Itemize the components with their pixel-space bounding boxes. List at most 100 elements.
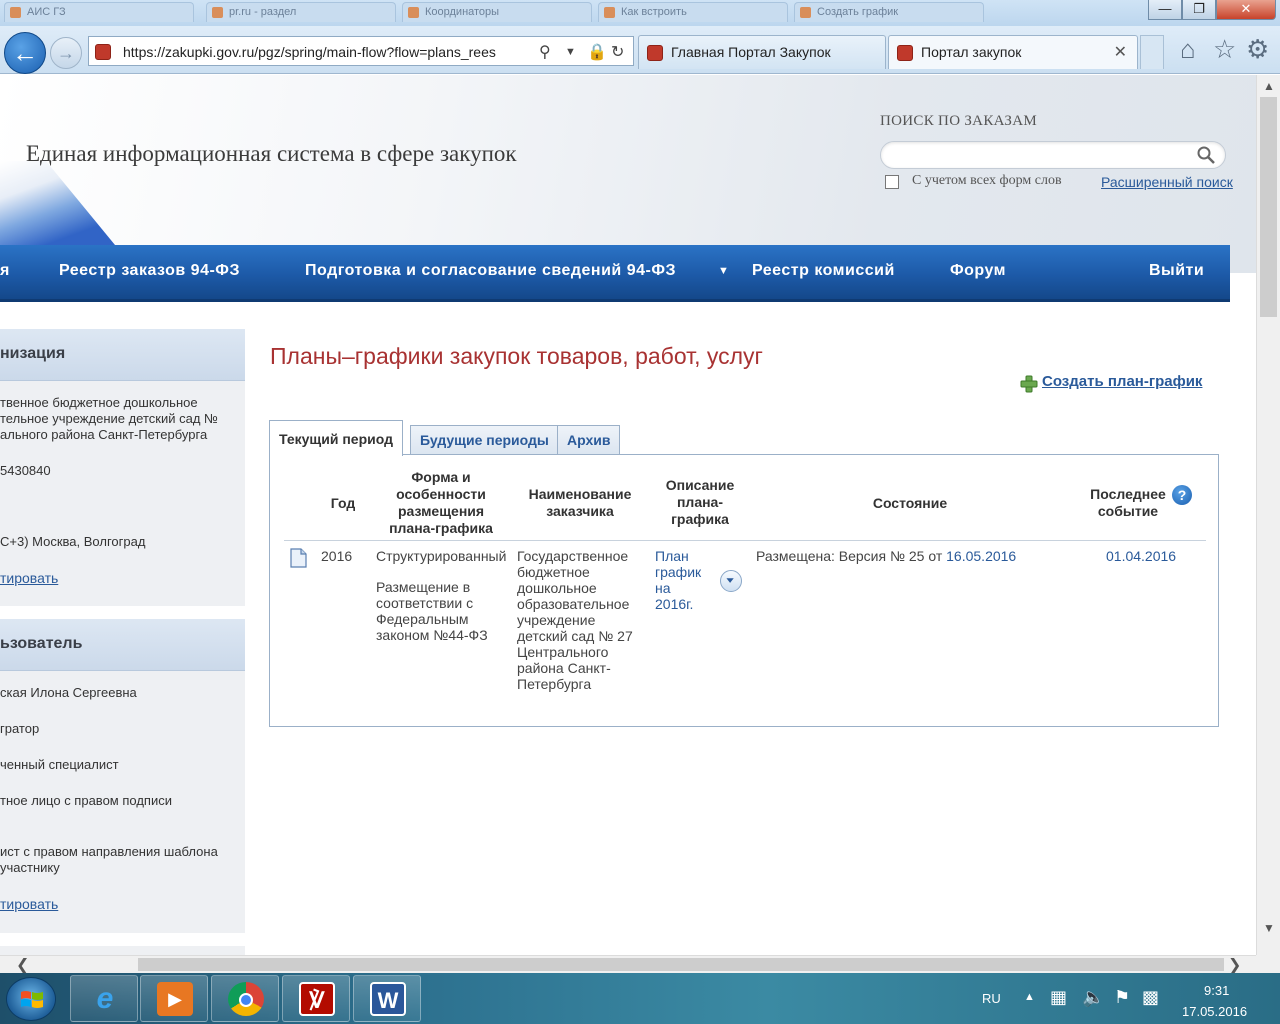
organization-code: 5430840 <box>0 463 51 478</box>
search-input[interactable] <box>880 141 1226 169</box>
sidebar-panel-next <box>0 946 245 955</box>
site-title: Единая информационная система в сфере за… <box>26 141 517 166</box>
tab-future-periods[interactable]: Будущие периоды <box>410 425 559 455</box>
column-header-form: Форма и особенности размещения плана-гра… <box>389 469 493 536</box>
forward-button[interactable]: → <box>50 37 82 69</box>
home-icon[interactable]: ⌂ <box>1180 36 1196 62</box>
page-title: Планы–графики закупок товаров, работ, ус… <box>270 343 763 369</box>
user-edit-link[interactable]: тировать <box>0 896 58 912</box>
vertical-scrollbar[interactable]: ▲ ▼ <box>1256 75 1280 955</box>
internet-explorer-icon: e <box>96 982 114 1015</box>
arrow-right-icon: → <box>57 43 75 63</box>
background-tab[interactable]: Координаторы <box>402 2 592 22</box>
user-role: гратор <box>0 721 40 736</box>
taskbar-internet-explorer[interactable]: e <box>70 975 138 1022</box>
row-actions-dropdown[interactable] <box>720 570 742 592</box>
all-word-forms-checkbox[interactable] <box>885 175 899 189</box>
taskbar-word[interactable]: W <box>353 975 421 1022</box>
nav-item-partial[interactable]: я <box>0 262 10 280</box>
nav-item-preparation[interactable]: Подготовка и согласование сведений 94-ФЗ <box>305 262 676 280</box>
refresh-icon[interactable]: ↻ <box>611 42 624 62</box>
dropdown-arrow-icon[interactable]: ▼ <box>565 46 576 58</box>
background-tab[interactable]: АИС ГЗ <box>4 2 194 22</box>
maximize-button[interactable]: ❐ <box>1182 0 1216 20</box>
minimize-button[interactable]: — <box>1148 0 1182 20</box>
site-favicon-icon <box>897 45 913 61</box>
nav-item-orders-registry[interactable]: Реестр заказов 94-ФЗ <box>59 262 240 280</box>
acrobat-icon: ℣ <box>299 982 335 1016</box>
row-year: 2016 <box>321 548 353 564</box>
horizontal-scroll-thumb[interactable] <box>138 958 1224 971</box>
tab-current-period[interactable]: Текущий период <box>269 420 404 456</box>
tab-archive[interactable]: Архив <box>557 425 621 455</box>
row-description-link[interactable]: План график на 2016г. <box>655 548 715 612</box>
user-name: ская Илона Сергеевна <box>0 685 137 700</box>
lock-icon[interactable]: 🔒 <box>587 42 607 62</box>
site-favicon-icon <box>647 45 663 61</box>
windows-flag-icon[interactable]: ▦ <box>1050 987 1067 1008</box>
address-url[interactable]: https://zakupki.gov.ru/pgz/spring/main-f… <box>123 44 523 60</box>
arrow-left-icon: ← <box>12 38 38 68</box>
new-tab-button[interactable] <box>1140 35 1164 69</box>
close-window-button[interactable]: ✕ <box>1216 0 1276 20</box>
volume-icon[interactable]: 🔈 <box>1082 987 1104 1008</box>
create-plan-link[interactable]: Создать план-график <box>1042 373 1202 390</box>
taskbar-acrobat[interactable]: ℣ <box>282 975 350 1022</box>
start-button[interactable] <box>6 977 56 1021</box>
windows-logo-icon <box>21 991 43 1008</box>
column-header-customer: Наименование заказчика <box>528 486 632 519</box>
tab-procurement-portal[interactable]: Портал закупок ✕ <box>888 35 1138 69</box>
close-tab-icon[interactable]: ✕ <box>1114 42 1127 62</box>
background-tab[interactable]: Как встроить <box>598 2 788 22</box>
help-icon[interactable]: ? <box>1172 485 1192 505</box>
chevron-down-icon[interactable]: ▼ <box>718 265 729 277</box>
main-navigation: я Реестр заказов 94-ФЗ Подготовка и согл… <box>0 245 1230 302</box>
action-center-flag-icon[interactable]: ⚑ <box>1114 987 1130 1008</box>
media-player-icon: ▶ <box>157 982 193 1016</box>
favorites-star-icon[interactable]: ☆ <box>1213 36 1236 62</box>
address-bar[interactable]: https://zakupki.gov.ru/pgz/spring/main-f… <box>88 36 634 66</box>
scrollbar-corner <box>1256 955 1280 973</box>
organization-panel-title: низация <box>0 329 245 381</box>
plans-table: Год Форма и особенности размещения плана… <box>269 454 1219 727</box>
background-tab[interactable]: Создать график <box>794 2 984 22</box>
vertical-scroll-thumb[interactable] <box>1260 97 1277 317</box>
background-tab[interactable]: pr.ru - раздел <box>206 2 396 22</box>
site-favicon-icon <box>95 44 111 60</box>
document-icon[interactable] <box>290 548 307 568</box>
language-indicator[interactable]: RU <box>982 991 1001 1006</box>
user-role: ченный специалист <box>0 757 119 772</box>
gear-icon[interactable]: ⚙ <box>1246 36 1269 62</box>
advanced-search-link[interactable]: Расширенный поиск <box>1101 174 1233 190</box>
show-hidden-icons-icon[interactable]: ▲ <box>1024 991 1035 1003</box>
scroll-left-icon[interactable]: ❮ <box>16 955 29 975</box>
scroll-right-icon[interactable]: ❯ <box>1228 955 1241 975</box>
network-icon[interactable]: ▩ <box>1142 987 1159 1008</box>
scroll-down-icon[interactable]: ▼ <box>1263 921 1275 935</box>
flag-decoration <box>0 161 115 245</box>
user-panel: ьзователь ская Илона Сергеевна гратор че… <box>0 619 245 933</box>
search-icon[interactable] <box>1196 145 1216 165</box>
nav-item-forum[interactable]: Форум <box>950 262 1006 280</box>
scroll-up-icon[interactable]: ▲ <box>1263 79 1275 93</box>
nav-item-logout[interactable]: Выйти <box>1149 262 1204 280</box>
plus-icon[interactable] <box>1020 375 1038 393</box>
column-header-year: Год <box>330 495 356 511</box>
row-form-type: Структурированный <box>376 548 507 564</box>
search-icon[interactable]: ⚲ <box>539 42 551 62</box>
clock-time[interactable]: 9:31 <box>1204 983 1229 998</box>
taskbar-media-player[interactable]: ▶ <box>140 975 208 1022</box>
nav-item-commissions-registry[interactable]: Реестр комиссий <box>752 262 895 280</box>
clock-date[interactable]: 17.05.2016 <box>1182 1004 1247 1019</box>
back-button[interactable]: ← <box>4 32 46 74</box>
row-state: Размещена: Версия № 25 от 16.05.2016 <box>756 548 1017 564</box>
row-last-event: 01.04.2016 <box>1106 548 1177 564</box>
user-role: тное лицо с правом подписи <box>0 793 172 808</box>
user-panel-title: ьзователь <box>0 619 245 671</box>
row-form-details: Размещение в соответствии с Федеральным … <box>376 579 488 643</box>
horizontal-scrollbar[interactable]: ❮ ❯ <box>0 955 1256 975</box>
browser-nav-bar: ← → https://zakupki.gov.ru/pgz/spring/ma… <box>0 26 1280 74</box>
taskbar-chrome[interactable] <box>211 975 279 1022</box>
tab-main-portal[interactable]: Главная Портал Закупок <box>638 35 886 69</box>
organization-edit-link[interactable]: тировать <box>0 570 58 586</box>
